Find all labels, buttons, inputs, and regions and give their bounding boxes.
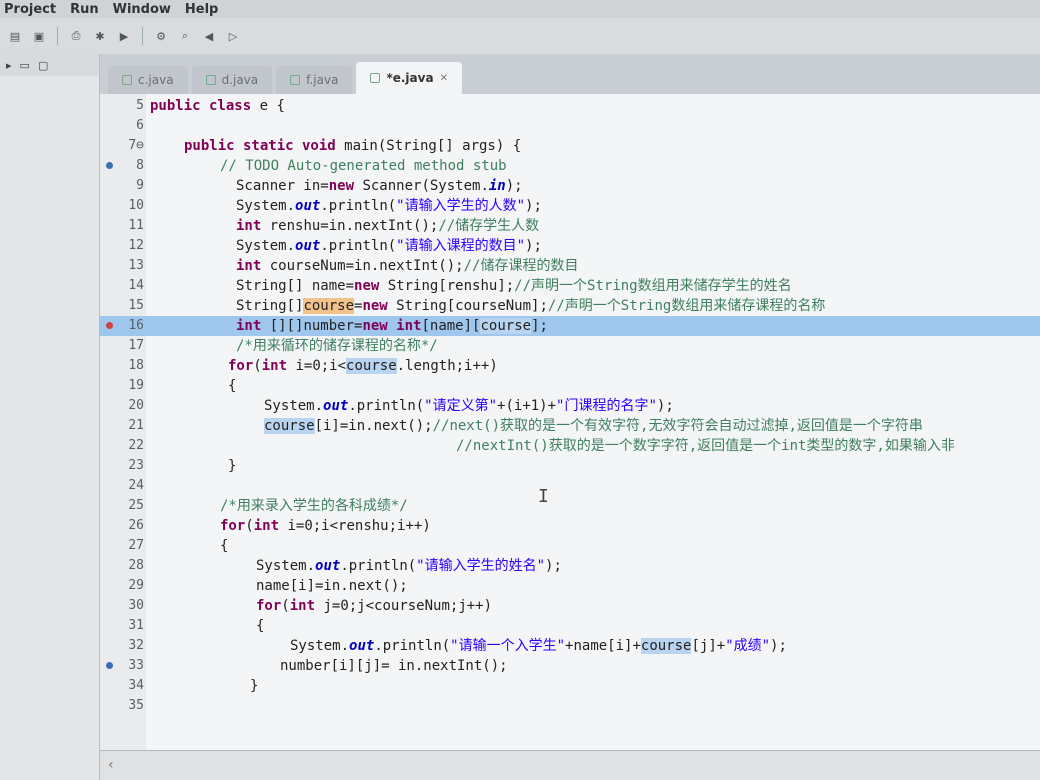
code-line[interactable]: 7⊖ public static void main(String[] args)… — [100, 136, 1040, 156]
code-line[interactable]: 17/*用来循环的储存课程的名称*/ — [100, 336, 1040, 356]
menu-bar: Project Run Window Help — [0, 0, 1040, 18]
toolbar-separator — [142, 27, 143, 45]
package-explorer-panel: ▸ ▭ ▢ — [0, 54, 100, 780]
code-line[interactable]: 27{ — [100, 536, 1040, 556]
code-line[interactable]: 10 System.out.println("请输入学生的人数"); — [100, 196, 1040, 216]
forward-icon[interactable]: ▷ — [224, 28, 242, 44]
back-icon[interactable]: ◀ — [200, 28, 218, 44]
toolbar-separator — [57, 27, 58, 45]
code-line[interactable]: 5 public class e { — [100, 96, 1040, 116]
override-marker-icon[interactable] — [106, 162, 113, 169]
code-line[interactable]: 8// TODO Auto-generated method stub — [100, 156, 1040, 176]
java-file-icon — [290, 75, 301, 85]
code-line[interactable]: 9 Scanner in=new Scanner(System.in); — [100, 176, 1040, 196]
tab-label: *e.java — [386, 71, 434, 85]
tab-label: f.java — [306, 73, 339, 87]
code-line[interactable]: 25/*用来录入学生的各科成绩*/ — [100, 496, 1040, 516]
code-line[interactable]: 21 course[i]=in.next();//next()获取的是一个有效字符… — [100, 416, 1040, 436]
scroll-left-icon[interactable]: ‹ — [108, 757, 114, 773]
panel-header: ▸ ▭ ▢ — [0, 54, 99, 76]
code-line[interactable]: 11 int renshu=in.nextInt();//储存学生人数 — [100, 216, 1040, 236]
toolbar: ▤ ▣ ⎙ ✱ ▶ ⚙ ⌕ ◀ ▷ — [0, 18, 1040, 54]
code-line[interactable]: 35 — [100, 696, 1040, 716]
minimize-icon[interactable]: ▭ — [20, 59, 30, 72]
menu-help[interactable]: Help — [185, 2, 218, 17]
code-line[interactable]: 31{ — [100, 616, 1040, 636]
code-line[interactable]: 23} — [100, 456, 1040, 476]
horizontal-scrollbar[interactable]: ‹ — [100, 750, 1040, 780]
menu-run[interactable]: Run — [70, 2, 99, 17]
code-editor[interactable]: 5 public class e { 6 7⊖ public static void… — [100, 94, 1040, 750]
java-file-icon — [370, 73, 381, 83]
tab-label: d.java — [221, 73, 259, 87]
code-line[interactable]: 22//nextInt()获取的是一个数字字符,返回值是一个int类型的数字,如… — [100, 436, 1040, 456]
tab-c-java[interactable]: c.java — [108, 66, 188, 94]
search-icon[interactable]: ⌕ — [176, 28, 194, 44]
tab-label: c.java — [138, 73, 174, 87]
save-icon[interactable]: ▣ — [30, 28, 48, 44]
code-line[interactable]: 14 String[] name=new String[renshu];//声明一… — [100, 276, 1040, 296]
code-line[interactable]: 33 number[i][j]= in.nextInt(); — [100, 656, 1040, 676]
code-line[interactable]: 28 System.out.println("请输入学生的姓名"); — [100, 556, 1040, 576]
code-line[interactable]: 26 for(int i=0;i<renshu;i++) — [100, 516, 1040, 536]
debug-icon[interactable]: ✱ — [91, 28, 109, 44]
menu-project[interactable]: Project — [4, 2, 56, 17]
new-icon[interactable]: ▤ — [6, 28, 24, 44]
code-line[interactable]: 18 for(int i=0;i<course.length;i++) — [100, 356, 1040, 376]
code-line[interactable]: 13 int courseNum=in.nextInt();//储存课程的数目 — [100, 256, 1040, 276]
external-tools-icon[interactable]: ⚙ — [152, 28, 170, 44]
java-file-icon — [205, 75, 216, 85]
print-icon[interactable]: ⎙ — [67, 28, 85, 44]
code-line[interactable]: 30 for(int j=0;j<courseNum;j++) — [100, 596, 1040, 616]
code-line[interactable]: 20 System.out.println("请定义第"+(i+1)+"门课程的名… — [100, 396, 1040, 416]
code-line[interactable]: 24 — [100, 476, 1040, 496]
error-marker-icon[interactable] — [106, 322, 113, 329]
run-icon[interactable]: ▶ — [115, 28, 133, 44]
code-line-current[interactable]: 16 int [][]number=new int[name][course]; — [100, 316, 1040, 336]
code-line[interactable]: 19{ — [100, 376, 1040, 396]
maximize-icon[interactable]: ▢ — [38, 59, 48, 72]
tab-d-java[interactable]: d.java — [191, 66, 273, 94]
editor-tabs: c.java d.java f.java *e.java ✕ — [100, 54, 1040, 94]
code-line[interactable]: 32 System.out.println("请输一个入学生"+name[i]+c… — [100, 636, 1040, 656]
code-line[interactable]: 6 — [100, 116, 1040, 136]
panel-icon: ▸ — [6, 58, 12, 72]
menu-window[interactable]: Window — [113, 2, 171, 17]
close-icon[interactable]: ✕ — [440, 73, 448, 84]
text-cursor-icon: I — [538, 486, 549, 507]
java-file-icon — [122, 75, 132, 85]
code-line[interactable]: 12 System.out.println("请输入课程的数目"); — [100, 236, 1040, 256]
code-line[interactable]: 15 String[]course=new String[courseNum];/… — [100, 296, 1040, 316]
code-line[interactable]: 34} — [100, 676, 1040, 696]
code-line[interactable]: 29 name[i]=in.next(); — [100, 576, 1040, 596]
info-marker-icon[interactable] — [106, 662, 113, 669]
tab-e-java[interactable]: *e.java ✕ — [356, 62, 462, 94]
tab-f-java[interactable]: f.java — [276, 66, 353, 94]
